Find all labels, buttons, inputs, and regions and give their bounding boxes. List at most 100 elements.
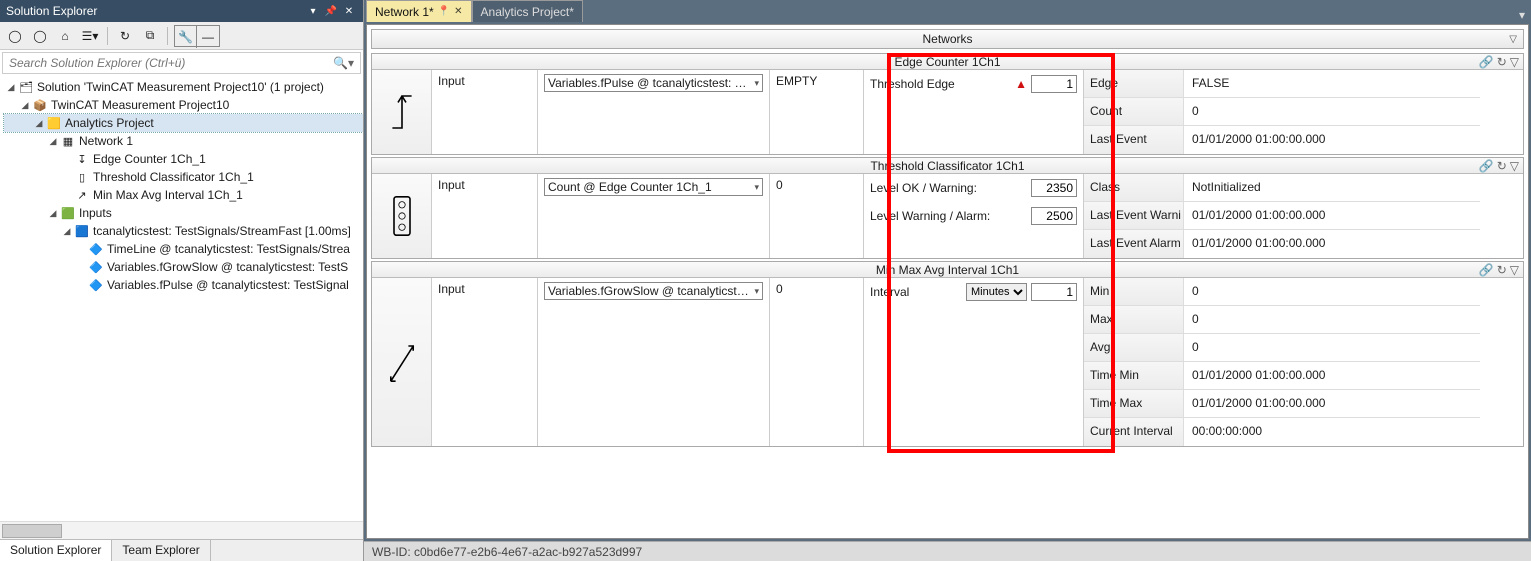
chevron-down-icon[interactable]: ▾ [751, 286, 759, 297]
chevron-down-icon[interactable]: ◢ [18, 100, 32, 111]
chevron-down-icon[interactable]: ◢ [60, 226, 74, 237]
tree-network[interactable]: ◢ ▦ Network 1 [4, 132, 363, 150]
chevron-down-icon[interactable]: ◢ [46, 136, 60, 147]
analytics-icon: 🟨 [46, 115, 62, 131]
back-icon[interactable]: ◯ [4, 25, 26, 47]
tree-node-minmax[interactable]: ↗ Min Max Avg Interval 1Ch_1 [4, 186, 363, 204]
input-combo-cell: Variables.fPulse @ tcanalyticstest: Test… [538, 70, 770, 154]
output-name: Min [1084, 278, 1184, 305]
reload-icon[interactable]: ↻ [1497, 263, 1507, 277]
input-combo-cell: Variables.fGrowSlow @ tcanalyticstest: T… [538, 278, 770, 446]
close-icon[interactable]: ✕ [454, 6, 462, 17]
search-input[interactable] [3, 56, 327, 70]
pin-icon[interactable]: 📍 [438, 6, 450, 17]
scroll-thumb[interactable] [2, 524, 62, 538]
output-row: Time Max 01/01/2000 01:00:00.000 [1084, 390, 1480, 418]
param-input[interactable] [1031, 179, 1077, 197]
output-row: Last Event Warni 01/01/2000 01:00:00.000 [1084, 202, 1480, 230]
combo-text: Count @ Edge Counter 1Ch_1 [548, 180, 751, 194]
solution-tree[interactable]: ◢ 🗂 Solution 'TwinCAT Measurement Projec… [0, 74, 363, 521]
param-row: Level Warning / Alarm: [864, 202, 1083, 230]
block-title[interactable]: Edge Counter 1Ch1 🔗 ↻ ▽ [372, 54, 1523, 70]
chevron-down-icon[interactable]: ▾ [751, 182, 759, 193]
forward-icon[interactable]: ◯ [29, 25, 51, 47]
expand-icon[interactable]: ▽ [1509, 34, 1517, 45]
tree-inputs[interactable]: ◢ 🟩 Inputs [4, 204, 363, 222]
inputs-icon: 🟩 [60, 205, 76, 221]
collapse-icon[interactable]: ▽ [1510, 263, 1519, 277]
panel-titlebar: Solution Explorer ▾ 📌 ✕ [0, 0, 363, 22]
output-value: 0 [1184, 98, 1480, 125]
output-row: Last Event 01/01/2000 01:00:00.000 [1084, 126, 1480, 154]
horizontal-scrollbar[interactable] [0, 521, 363, 539]
variable-icon: 🔷 [88, 241, 104, 257]
output-value: NotInitialized [1184, 174, 1480, 201]
close-icon[interactable]: ✕ [341, 3, 357, 19]
block-title[interactable]: Threshold Classificator 1Ch1 🔗 ↻ ▽ [372, 158, 1523, 174]
param-label: Threshold Edge [870, 77, 1011, 91]
tree-var-growslow[interactable]: 🔷 Variables.fGrowSlow @ tcanalyticstest:… [4, 258, 363, 276]
refresh-icon[interactable]: ↻ [114, 25, 136, 47]
params-column: IntervalMinutes [864, 278, 1084, 446]
tree-solution[interactable]: ◢ 🗂 Solution 'TwinCAT Measurement Projec… [4, 78, 363, 96]
tab-network1[interactable]: Network 1* 📍 ✕ [366, 0, 472, 22]
output-name: Last Event Warni [1084, 202, 1184, 229]
link-icon[interactable]: 🔗 [1479, 55, 1494, 69]
param-input[interactable] [1031, 207, 1077, 225]
output-row: Min 0 [1084, 278, 1480, 306]
search-icon[interactable]: 🔍▾ [327, 56, 360, 70]
tree-var-fpulse[interactable]: 🔷 Variables.fPulse @ tcanalyticstest: Te… [4, 276, 363, 294]
block-title[interactable]: Min Max Avg Interval 1Ch1 🔗 ↻ ▽ [372, 262, 1523, 278]
properties-icon[interactable]: 🔧 [175, 26, 197, 48]
output-value: 01/01/2000 01:00:00.000 [1184, 390, 1480, 417]
param-label: Level OK / Warning: [870, 181, 1027, 195]
home-icon[interactable]: ⌂ [54, 25, 76, 47]
input-combo[interactable]: Variables.fPulse @ tcanalyticstest: Test… [544, 74, 763, 92]
link-icon[interactable]: 🔗 [1479, 263, 1494, 277]
warning-icon: ▲ [1015, 79, 1027, 89]
output-value: 0 [1184, 334, 1480, 361]
output-value: FALSE [1184, 70, 1480, 97]
tab-solution-explorer[interactable]: Solution Explorer [0, 540, 112, 561]
networks-header[interactable]: Networks ▽ [371, 29, 1524, 49]
collapse-icon[interactable]: ▽ [1510, 159, 1519, 173]
tree-node-edge-counter[interactable]: ↧ Edge Counter 1Ch_1 [4, 150, 363, 168]
output-name: Max [1084, 306, 1184, 333]
output-row: Max 0 [1084, 306, 1480, 334]
tab-analytics-project[interactable]: Analytics Project* [472, 0, 583, 22]
param-input[interactable] [1031, 283, 1077, 301]
block-icon [372, 278, 432, 446]
chevron-down-icon[interactable]: ◢ [32, 118, 46, 129]
network-canvas: Networks ▽ Edge Counter 1Ch1 🔗 ↻ ▽ Input… [366, 24, 1529, 539]
collapse-icon[interactable]: ▽ [1510, 55, 1519, 69]
sync-icon[interactable]: ☰▾ [79, 25, 101, 47]
project-icon: 📦 [32, 97, 48, 113]
chevron-down-icon[interactable]: ◢ [4, 82, 18, 93]
outputs-column: Min 0 Max 0 Avg 0 Time Min 01/01/2000 01… [1084, 278, 1480, 446]
pin-icon[interactable]: 📌 [323, 3, 339, 19]
tree-stream[interactable]: ◢ 🟦 tcanalyticstest: TestSignals/StreamF… [4, 222, 363, 240]
input-current-value: 0 [770, 278, 864, 446]
reload-icon[interactable]: ↻ [1497, 55, 1507, 69]
link-icon[interactable]: 🔗 [1479, 159, 1494, 173]
chevron-down-icon[interactable]: ◢ [46, 208, 60, 219]
dropdown-icon[interactable]: ▾ [305, 3, 321, 19]
tree-var-timeline[interactable]: 🔷 TimeLine @ tcanalyticstest: TestSignal… [4, 240, 363, 258]
search-box[interactable]: 🔍▾ [2, 52, 361, 74]
chevron-down-icon[interactable]: ▾ [751, 78, 759, 89]
collapse-icon[interactable]: ⧉ [139, 25, 161, 47]
settings-icon[interactable]: — [197, 26, 219, 48]
interval-unit-select[interactable]: Minutes [966, 283, 1027, 301]
tab-overflow-icon[interactable]: ▾ [1513, 8, 1531, 22]
param-row: Threshold Edge ▲ [864, 70, 1083, 98]
tree-node-threshold[interactable]: ▯ Threshold Classificator 1Ch_1 [4, 168, 363, 186]
tree-project[interactable]: ◢ 📦 TwinCAT Measurement Project10 [4, 96, 363, 114]
function-block: Edge Counter 1Ch1 🔗 ↻ ▽ Input Variables.… [371, 53, 1524, 155]
reload-icon[interactable]: ↻ [1497, 159, 1507, 173]
input-combo[interactable]: Variables.fGrowSlow @ tcanalyticstest: T… [544, 282, 763, 300]
tree-analytics-project[interactable]: ◢ 🟨 Analytics Project [4, 114, 363, 132]
param-input[interactable] [1031, 75, 1077, 93]
input-combo[interactable]: Count @ Edge Counter 1Ch_1 ▾ [544, 178, 763, 196]
output-name: Avg [1084, 334, 1184, 361]
tab-team-explorer[interactable]: Team Explorer [112, 540, 210, 561]
